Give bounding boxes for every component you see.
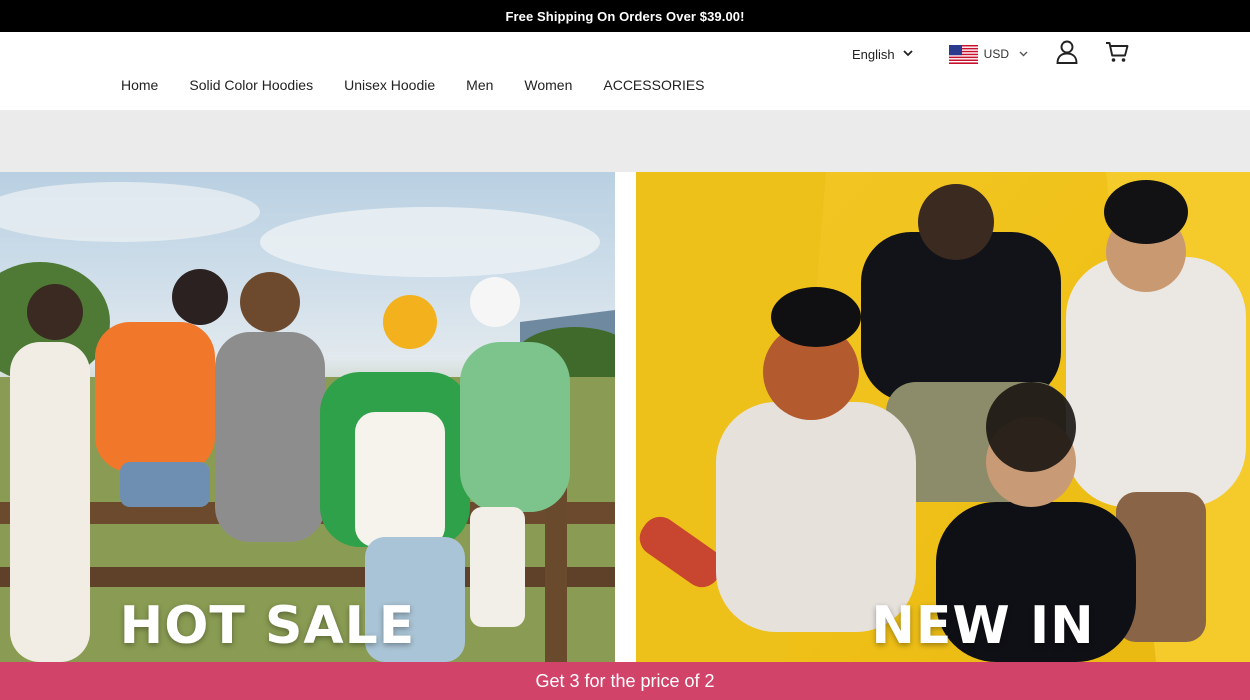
promo-bar[interactable]: Get 3 for the price of 2 [0,662,1250,700]
language-label: English [852,46,895,62]
promo-text: Get 3 for the price of 2 [535,670,715,691]
hot-sale-photo [0,182,615,662]
nav-item-men[interactable]: Men [466,77,493,93]
nav-item-solid-color-hoodies[interactable]: Solid Color Hoodies [189,77,313,93]
us-flag-icon [948,44,978,64]
cart-icon [1105,41,1129,68]
announcement-bar: Free Shipping On Orders Over $39.00! [0,0,1250,32]
nav-item-women[interactable]: Women [524,77,572,93]
language-selector[interactable]: English [852,47,913,62]
currency-label: USD [983,47,1009,61]
new-in-title: NEW IN [871,596,1095,656]
new-in-banner[interactable]: NEW IN [636,172,1250,662]
header-utilities: English USD [852,40,1130,68]
hot-sale-title: HOT SALE [119,596,416,656]
nav-item-home[interactable]: Home [121,77,158,93]
announcement-text: Free Shipping On Orders Over $39.00! [505,8,745,24]
banner-gutter [615,172,636,662]
user-icon [1056,40,1078,69]
site-header: English USD Home Solid Color Hoodies Uni… [0,32,1250,110]
nav-item-unisex-hoodie[interactable]: Unisex Hoodie [344,77,435,93]
hot-sale-banner[interactable]: HOT SALE [0,172,615,662]
nav-item-accessories[interactable]: ACCESSORIES [603,77,704,93]
cart-button[interactable] [1104,41,1130,67]
chevron-down-icon [1019,49,1028,60]
new-in-photo [636,172,1250,662]
currency-selector[interactable]: USD [948,44,1028,64]
main-nav: Home Solid Color Hoodies Unisex Hoodie M… [121,77,705,93]
account-button[interactable] [1054,40,1080,69]
chevron-down-icon [903,49,913,60]
hero-spacer [0,110,1250,172]
